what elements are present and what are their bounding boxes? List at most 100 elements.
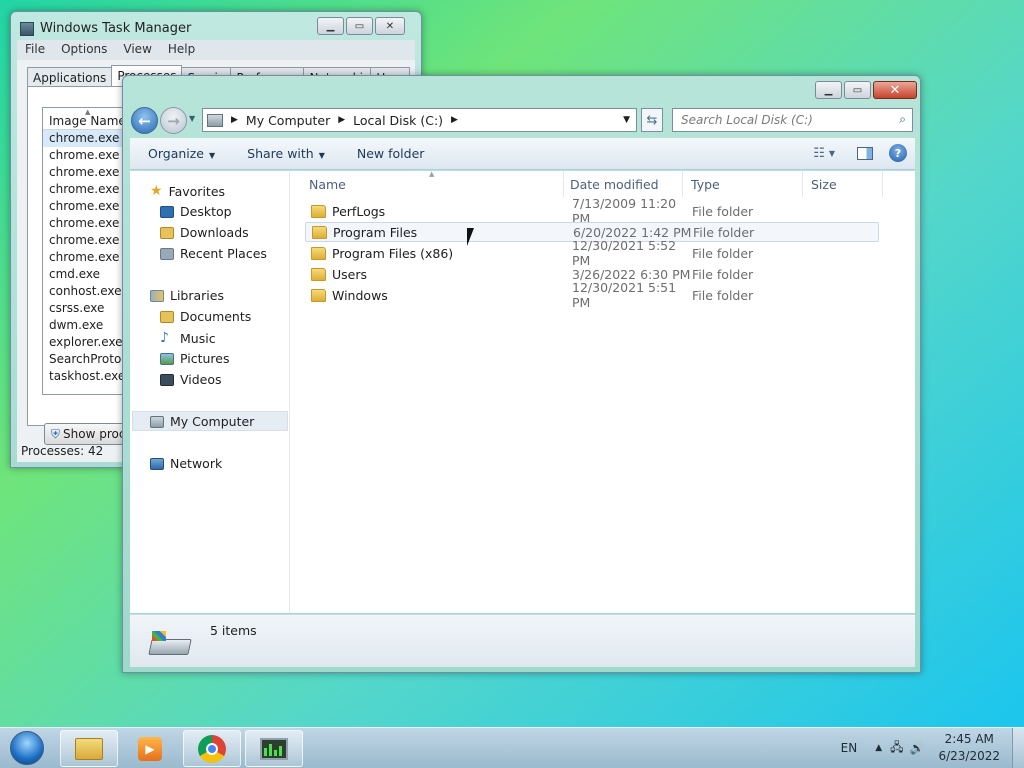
- process-row[interactable]: chrome.exe: [43, 164, 131, 181]
- tab-applications[interactable]: Applications: [27, 67, 113, 87]
- folder-icon: [311, 267, 326, 281]
- navigation-pane[interactable]: ★ Favorites Desktop Downloads Recent Plac…: [130, 171, 290, 613]
- minimize-button[interactable]: ▁: [317, 17, 344, 35]
- process-row[interactable]: chrome.exe: [43, 130, 131, 147]
- search-icon[interactable]: ⌕: [899, 112, 906, 127]
- process-row[interactable]: chrome.exe: [43, 147, 131, 164]
- process-row[interactable]: chrome.exe: [43, 232, 131, 249]
- process-row[interactable]: taskhost.exe: [43, 368, 131, 385]
- refresh-button[interactable]: ⇆: [641, 108, 663, 132]
- nav-desktop[interactable]: Desktop: [160, 204, 232, 219]
- system-tray: EN ▲ 🖧 🔊 2:45 AM 6/23/2022: [841, 728, 1024, 768]
- share-with-button[interactable]: Share with ▼: [229, 146, 339, 161]
- breadcrumb-separator-icon[interactable]: ▶: [231, 115, 238, 125]
- taskbar-explorer[interactable]: [60, 730, 118, 767]
- nav-music[interactable]: ♪ Music: [160, 330, 216, 346]
- task-manager-title: Windows Task Manager: [40, 21, 192, 36]
- file-type: File folder: [692, 203, 754, 219]
- process-row[interactable]: conhost.exe: [43, 283, 131, 300]
- recent-pages-dropdown-icon[interactable]: ▼: [189, 114, 195, 123]
- nav-my-computer[interactable]: My Computer: [150, 414, 254, 429]
- forward-button[interactable]: →: [160, 107, 187, 134]
- breadcrumb-separator-icon[interactable]: ▶: [451, 115, 458, 125]
- maximize-button[interactable]: ▭: [844, 81, 871, 99]
- breadcrumb-my-computer[interactable]: My Computer: [246, 113, 330, 128]
- file-list[interactable]: Name ▲ Date modified Type Size PerfLogs 7/…: [291, 170, 915, 613]
- column-size[interactable]: Size: [803, 171, 883, 197]
- star-icon: ★: [150, 183, 163, 199]
- breadcrumb-separator-icon[interactable]: ▶: [338, 115, 345, 125]
- menu-view[interactable]: View: [123, 40, 159, 60]
- nav-recent-places[interactable]: Recent Places: [160, 246, 267, 261]
- close-button[interactable]: ✕: [375, 17, 405, 35]
- process-row[interactable]: chrome.exe: [43, 249, 131, 266]
- column-date-modified[interactable]: Date modified: [562, 171, 683, 197]
- minimize-button[interactable]: ▁: [815, 81, 842, 99]
- volume-icon[interactable]: 🔊: [910, 741, 925, 755]
- network-tray-icon[interactable]: 🖧: [890, 738, 903, 759]
- organize-button[interactable]: Organize ▼: [130, 146, 229, 161]
- clock[interactable]: 2:45 AM 6/23/2022: [938, 731, 1000, 765]
- view-options-dropdown-icon[interactable]: ▼: [829, 149, 835, 158]
- column-image-name[interactable]: Image Name ▲: [43, 108, 131, 130]
- address-dropdown-icon[interactable]: ▼: [623, 115, 630, 125]
- menu-options[interactable]: Options: [61, 40, 115, 60]
- taskbar-chrome[interactable]: [183, 730, 241, 767]
- nav-libraries[interactable]: Libraries: [150, 288, 224, 303]
- process-row[interactable]: chrome.exe: [43, 181, 131, 198]
- nav-documents[interactable]: Documents: [160, 309, 251, 324]
- process-row[interactable]: csrss.exe: [43, 300, 131, 317]
- search-input[interactable]: Search Local Disk (C:) ⌕: [672, 108, 913, 132]
- folder-icon: [311, 246, 326, 260]
- show-desktop-button[interactable]: [1012, 728, 1024, 768]
- nav-pictures[interactable]: Pictures: [160, 351, 230, 366]
- windows-logo-icon: [10, 731, 44, 765]
- process-row[interactable]: dwm.exe: [43, 317, 131, 334]
- file-date-modified: 12/30/2021 5:51 PM: [572, 280, 677, 310]
- show-hidden-icons-icon[interactable]: ▲: [875, 743, 882, 753]
- menu-file[interactable]: File: [25, 40, 53, 60]
- new-folder-button[interactable]: New folder: [339, 146, 439, 161]
- computer-icon: [207, 113, 223, 127]
- change-view-icon[interactable]: ☷: [813, 146, 825, 161]
- details-pane: 5 items: [130, 614, 915, 667]
- process-row[interactable]: chrome.exe: [43, 215, 131, 232]
- nav-videos[interactable]: Videos: [160, 372, 222, 387]
- address-bar[interactable]: ▶ My Computer ▶ Local Disk (C:) ▶ ▼: [202, 108, 637, 132]
- shield-icon: ⛨: [51, 427, 61, 441]
- back-button[interactable]: ←: [131, 107, 158, 134]
- taskbar-task-manager[interactable]: [245, 730, 303, 767]
- column-type[interactable]: Type: [683, 171, 803, 197]
- menu-help[interactable]: Help: [168, 40, 203, 60]
- taskbar-media-player[interactable]: ▶: [121, 730, 179, 767]
- nav-favorites[interactable]: ★ Favorites: [150, 183, 225, 199]
- column-name[interactable]: Name ▲: [301, 170, 564, 197]
- breadcrumb-local-disk[interactable]: Local Disk (C:): [353, 113, 443, 128]
- file-row[interactable]: Program Files (x86) 12/30/2021 5:52 PM Fil…: [305, 238, 879, 268]
- close-button[interactable]: ✕: [873, 81, 917, 99]
- explorer-window[interactable]: ▁ ▭ ✕ ← → ▼ ▶ My Computer ▶ Local Disk (…: [122, 75, 921, 673]
- language-indicator[interactable]: EN: [841, 741, 858, 755]
- help-icon[interactable]: ?: [889, 144, 907, 162]
- file-name: Program Files: [333, 224, 418, 240]
- process-row[interactable]: chrome.exe: [43, 198, 131, 215]
- pictures-icon: [160, 352, 174, 365]
- maximize-button[interactable]: ▭: [346, 17, 373, 35]
- preview-pane-icon[interactable]: [857, 146, 873, 160]
- computer-icon: [150, 415, 164, 428]
- process-row[interactable]: cmd.exe: [43, 266, 131, 283]
- file-row[interactable]: PerfLogs 7/13/2009 11:20 PM File folder: [305, 196, 879, 226]
- folder-icon: [311, 288, 326, 302]
- show-all-processes-button[interactable]: ⛨ Show processes from all users: [44, 423, 134, 445]
- process-row[interactable]: explorer.exe: [43, 334, 131, 351]
- process-row[interactable]: SearchProtoc...: [43, 351, 131, 368]
- start-button[interactable]: [4, 728, 50, 768]
- task-manager-titlebar[interactable]: Windows Task Manager: [20, 21, 191, 36]
- process-list[interactable]: Image Name ▲ chrome.exe chrome.exe chrome.…: [42, 107, 132, 395]
- address-row: ← → ▼ ▶ My Computer ▶ Local Disk (C:) ▶ …: [123, 105, 922, 138]
- nav-downloads[interactable]: Downloads: [160, 225, 249, 240]
- folder-icon: [312, 225, 327, 239]
- videos-icon: [160, 373, 174, 386]
- nav-network[interactable]: Network: [150, 456, 222, 471]
- file-row[interactable]: Windows 12/30/2021 5:51 PM File folder: [305, 280, 879, 310]
